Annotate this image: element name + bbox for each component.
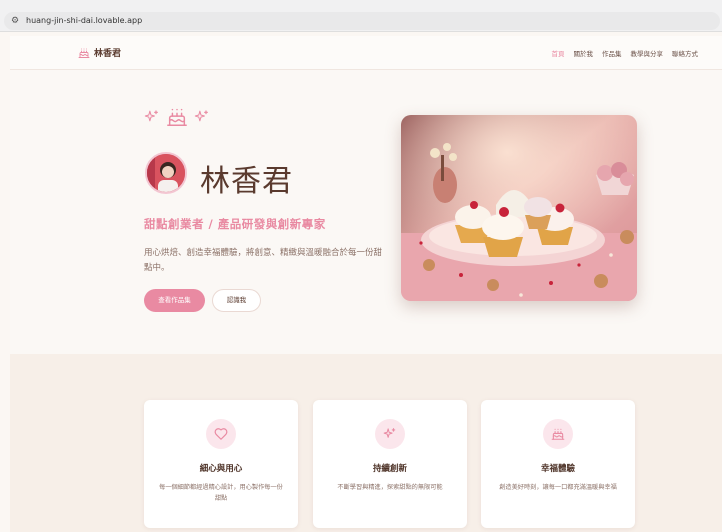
feature-card-innovation: 持續創新 不斷學習與精進，探索甜點的無限可能 <box>313 400 467 528</box>
heart-icon-badge <box>206 419 236 449</box>
sparkles-icon <box>194 110 208 122</box>
site-header: 林香君 首頁 關於我 作品集 教學與分享 聯絡方式 <box>10 36 722 70</box>
cake-icon-badge <box>543 419 573 449</box>
hero-description: 用心烘焙、創造幸福體驗，將創意、精緻與溫暖融合於每一份甜點中。 <box>144 248 383 273</box>
main-menu: 首頁 關於我 作品集 教學與分享 聯絡方式 <box>552 48 699 58</box>
avatar <box>145 152 187 194</box>
feature-title: 細心與用心 <box>199 464 243 474</box>
browser-toolbar: ⚙ huang-jin-shi-dai.lovable.app <box>0 0 722 32</box>
hero-subtitle: 甜點創業者 / 產品研發與創新專家 <box>144 217 326 231</box>
feature-card-happiness: 幸福體驗 創造美好時刻，讓每一口都充滿溫暖與幸福 <box>481 400 635 528</box>
heart-icon <box>214 428 228 440</box>
hero-icon-row <box>144 106 210 128</box>
cupcakes-photo <box>401 115 637 301</box>
brand-name: 林香君 <box>94 49 122 59</box>
cake-icon <box>78 48 90 58</box>
feature-description: 不斷學習與精進，探索甜點的無限可能 <box>337 484 443 491</box>
feature-title: 幸福體驗 <box>540 464 575 474</box>
feature-description: 創造美好時刻，讓每一口都充滿溫暖與幸福 <box>499 484 617 491</box>
cake-icon <box>167 108 187 126</box>
sparkles-icon-badge <box>375 419 405 449</box>
hero-name: 林香君 <box>200 164 293 199</box>
nav-item-contact[interactable]: 聯絡方式 <box>672 48 698 58</box>
nav-item-about[interactable]: 關於我 <box>574 48 594 58</box>
nav-item-home[interactable]: 首頁 <box>552 48 565 58</box>
sparkles-icon <box>383 428 396 438</box>
features-section: 細心與用心 每一個細節都經過精心設計，用心製作每一份甜點 持續創新 不斷學習與精… <box>10 354 722 532</box>
feature-card-care: 細心與用心 每一個細節都經過精心設計，用心製作每一份甜點 <box>144 400 298 528</box>
about-me-button[interactable]: 認識我 <box>212 289 261 312</box>
address-bar[interactable]: ⚙ huang-jin-shi-dai.lovable.app <box>4 12 720 30</box>
view-portfolio-button[interactable]: 查看作品集 <box>144 289 205 312</box>
cake-icon <box>551 428 565 440</box>
hero-section: 林香君 甜點創業者 / 產品研發與創新專家 用心烘焙、創造幸福體驗，將創意、精緻… <box>10 70 722 354</box>
brand-logo[interactable]: 林香君 <box>78 46 121 59</box>
nav-item-teaching[interactable]: 教學與分享 <box>631 48 664 58</box>
feature-description: 每一個細節都經過精心設計，用心製作每一份甜點 <box>159 484 283 502</box>
feature-title: 持續創新 <box>372 464 407 474</box>
sparkles-icon <box>144 110 158 122</box>
url-text[interactable]: huang-jin-shi-dai.lovable.app <box>26 15 142 27</box>
site-settings-icon[interactable]: ⚙ <box>9 15 21 27</box>
nav-item-portfolio[interactable]: 作品集 <box>602 48 622 58</box>
